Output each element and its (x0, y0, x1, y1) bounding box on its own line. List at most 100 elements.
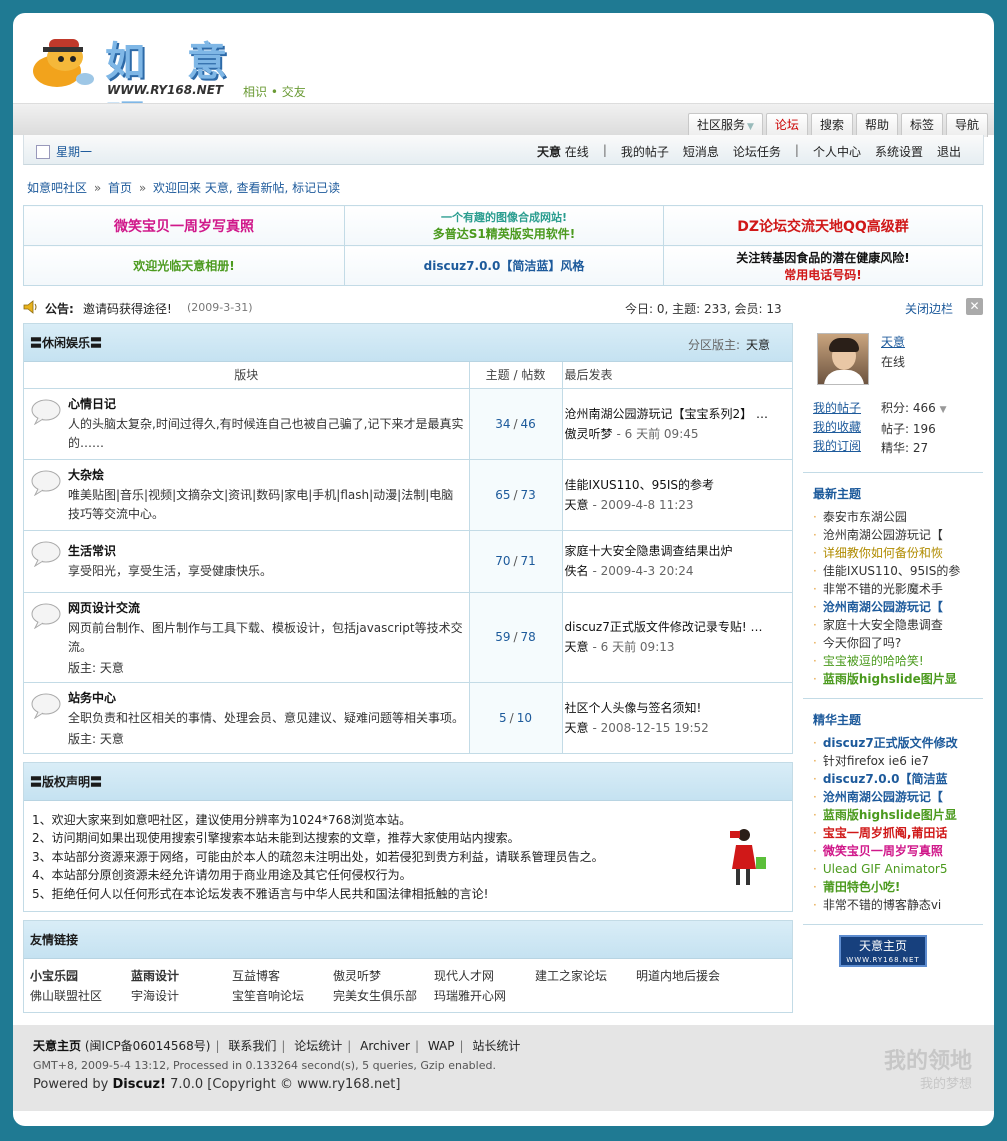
user-center-link[interactable]: 个人中心 (813, 143, 861, 160)
ad-link[interactable]: 一个有趣的图像合成网站! (345, 209, 663, 225)
table-row: 站务中心 全职负责和社区相关的事情、处理会员、意见建议、疑难问题等相关事项。 版主:… (24, 681, 792, 753)
friend-link[interactable]: 明道内地后援会 (636, 967, 737, 984)
breadcrumb-home[interactable]: 首页 (108, 181, 132, 195)
last-post-link[interactable]: discuz7正式版文件修改记录专贴! … (565, 617, 791, 637)
powered-brand[interactable]: Discuz! (113, 1077, 166, 1092)
topic-link[interactable]: 详细教你如何备份和恢 (823, 546, 943, 560)
friend-link[interactable]: 完美女生俱乐部 (333, 987, 434, 1004)
ad-link[interactable]: 常用电话号码! (664, 266, 982, 283)
friend-link[interactable]: 宇海设计 (131, 987, 232, 1004)
footer-site[interactable]: 天意主页 (33, 1039, 81, 1053)
friend-link[interactable]: 佛山联盟社区 (30, 987, 131, 1004)
topic-link[interactable]: 蓝雨版highslide图片显 (823, 808, 957, 822)
list-item: · 佳能IXUS110、95IS的参 (813, 562, 973, 580)
messages-link[interactable]: 短消息 (683, 143, 719, 160)
topic-link[interactable]: 今天你囧了吗? (823, 636, 901, 650)
ad-link[interactable]: 关注转基因食品的潜在健康风险! (664, 249, 982, 266)
site-logo[interactable]: 如 意 吧 WWW.RY168.NET 相识 • 交友 (29, 29, 319, 143)
forum-name[interactable]: 生活常识 (68, 542, 465, 559)
page-container: 如 意 吧 WWW.RY168.NET 相识 • 交友 社区服务▼ 论坛 搜索 … (13, 13, 994, 1126)
separator: | (794, 143, 799, 157)
topic-link[interactable]: discuz7.0.0【简洁蓝 (823, 772, 948, 786)
topic-link[interactable]: discuz7正式版文件修改 (823, 736, 958, 750)
topic-link[interactable]: 非常不错的博客静态vi (823, 898, 941, 912)
close-sidebar-link[interactable]: 关闭边栏 (905, 300, 953, 317)
ad-link[interactable]: 欢迎光临天意相册! (133, 259, 234, 273)
topic-link[interactable]: 微笑宝贝一周岁写真照 (823, 844, 943, 858)
chevron-down-icon[interactable]: ▼ (940, 405, 947, 415)
profile-name[interactable]: 天意 (881, 333, 905, 350)
topic-link[interactable]: 宝宝被逗的哈哈笑! (823, 654, 924, 668)
topic-link[interactable]: 沧州南湖公园游玩记【 (823, 600, 943, 614)
friend-link[interactable]: 傲灵听梦 (333, 967, 434, 984)
topic-link[interactable]: 针对firefox ie6 ie7 (823, 754, 929, 768)
category-title[interactable]: 〓休闲娱乐〓 (30, 334, 102, 351)
ad-link[interactable]: DZ论坛交流天地QQ高级群 (737, 219, 909, 235)
forum-name[interactable]: 心情日记 (68, 395, 465, 412)
topic-link[interactable]: 家庭十大安全隐患调查 (823, 618, 943, 632)
friend-link[interactable]: 蓝雨设计 (131, 967, 232, 984)
username[interactable]: 天意 (537, 145, 561, 159)
topic-link[interactable]: 非常不错的光影魔术手 (823, 582, 943, 596)
footer-webmaster-stats[interactable]: 站长统计 (472, 1039, 520, 1053)
my-subscriptions-link[interactable]: 我的订阅 (813, 437, 861, 456)
nav-forum[interactable]: 论坛 (765, 113, 808, 137)
last-post-author[interactable]: 佚名 (565, 564, 589, 578)
settings-link[interactable]: 系统设置 (875, 143, 923, 160)
last-post-link[interactable]: 社区个人头像与签名须知! (565, 698, 791, 718)
friend-link[interactable]: 互益博客 (232, 967, 333, 984)
nav-community-services[interactable]: 社区服务 ▼ (687, 113, 763, 137)
ad-link[interactable]: 微笑宝贝一周岁写真照 (114, 219, 254, 235)
stat-credits[interactable]: 积分: 466 (881, 401, 936, 415)
topic-link[interactable]: 蓝雨版highslide图片显 (823, 672, 957, 686)
ad-link[interactable]: 多普达S1精英版实用软件! (345, 225, 663, 242)
friend-link[interactable]: 建工之家论坛 (535, 967, 636, 984)
nav-navigation[interactable]: 导航 (945, 113, 988, 137)
breadcrumb-site[interactable]: 如意吧社区 (27, 181, 87, 195)
friend-link[interactable]: 宝笙音响论坛 (232, 987, 333, 1004)
topic-link[interactable]: 佳能IXUS110、95IS的参 (823, 564, 961, 578)
topic-link[interactable]: Ulead GIF Animator5 (823, 862, 948, 876)
ad-link[interactable]: discuz7.0.0【简洁蓝】风格 (424, 259, 585, 273)
nav-help[interactable]: 帮助 (855, 113, 898, 137)
mod-name[interactable]: 天意 (746, 338, 770, 352)
footer-stats[interactable]: 论坛统计 (294, 1039, 342, 1053)
nav-search[interactable]: 搜索 (810, 113, 853, 137)
my-posts-link[interactable]: 我的帖子 (621, 143, 669, 160)
last-post-author[interactable]: 傲灵听梦 (565, 427, 613, 441)
last-post-author[interactable]: 天意 (565, 640, 589, 654)
topic-link[interactable]: 沧州南湖公园游玩记【 (823, 528, 943, 542)
last-post-link[interactable]: 佳能IXUS110、95IS的参考 (565, 475, 791, 495)
forum-name[interactable]: 网页设计交流 (68, 599, 465, 616)
avatar[interactable] (817, 333, 869, 385)
footer-wap[interactable]: WAP (428, 1039, 455, 1053)
friend-link[interactable]: 小宝乐园 (30, 967, 131, 984)
topic-link[interactable]: 莆田特色小吃! (823, 880, 900, 894)
topic-link[interactable]: 宝宝一周岁抓阄,莆田话 (823, 826, 948, 840)
last-post-author[interactable]: 天意 (565, 498, 589, 512)
topic-count: 70 (495, 554, 511, 568)
logout-link[interactable]: 退出 (937, 143, 961, 160)
last-post-link[interactable]: 家庭十大安全隐患调查结果出炉 (565, 541, 791, 561)
announcement-link[interactable]: 邀请码获得途径! (83, 300, 172, 317)
close-icon[interactable]: ✕ (966, 298, 983, 315)
day-label[interactable]: 星期一 (56, 143, 92, 160)
friend-link[interactable]: 现代人才网 (434, 967, 535, 984)
site-badge[interactable]: 天意主页 WWW.RY168.NET (839, 935, 927, 967)
footer-archiver[interactable]: Archiver (360, 1039, 410, 1053)
last-post-link[interactable]: 沧州南湖公园游玩记【宝宝系列2】 … (565, 404, 791, 424)
last-post-author[interactable]: 天意 (565, 721, 589, 735)
footer-contact[interactable]: 联系我们 (228, 1039, 276, 1053)
tasks-link[interactable]: 论坛任务 (733, 143, 781, 160)
topic-link[interactable]: 沧州南湖公园游玩记【 (823, 790, 943, 804)
nav-label: 社区服务 (696, 118, 745, 132)
forum-name[interactable]: 大杂烩 (68, 466, 465, 483)
nav-tags[interactable]: 标签 (900, 113, 943, 137)
forum-name[interactable]: 站务中心 (68, 689, 465, 706)
my-favorites-link[interactable]: 我的收藏 (813, 418, 861, 437)
topic-link[interactable]: 泰安市东湖公园 (823, 510, 907, 524)
forum-status-icon (31, 693, 61, 719)
friend-link[interactable]: 玛瑞雅开心网 (434, 987, 535, 1004)
my-posts-sidebar-link[interactable]: 我的帖子 (813, 399, 861, 418)
footer-icp[interactable]: (闽ICP备06014568号) (85, 1039, 211, 1053)
